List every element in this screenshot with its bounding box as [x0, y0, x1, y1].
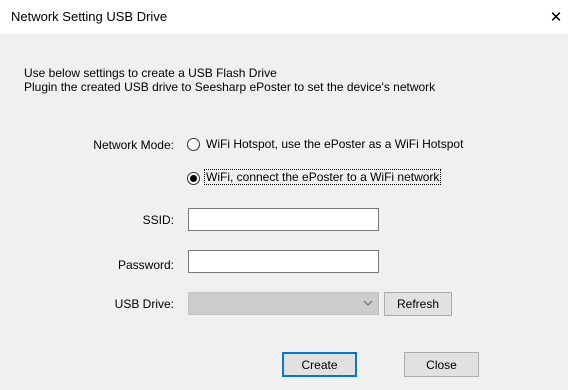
- description-line-2: Plugin the created USB drive to Seesharp…: [24, 80, 436, 94]
- radio-wifi-client-label[interactable]: WiFi, connect the ePoster to a WiFi netw…: [204, 169, 442, 185]
- ssid-label: SSID:: [142, 213, 174, 227]
- close-icon[interactable]: ✕: [544, 0, 568, 34]
- close-button[interactable]: Close: [404, 352, 479, 377]
- chevron-down-icon[interactable]: [362, 295, 374, 312]
- description-line-1: Use below settings to create a USB Flash…: [24, 66, 277, 80]
- create-button[interactable]: Create: [282, 352, 357, 377]
- radio-wifi-hotspot-label[interactable]: WiFi Hotspot, use the ePoster as a WiFi …: [206, 137, 463, 151]
- usb-drive-label: USB Drive:: [114, 297, 174, 311]
- refresh-button[interactable]: Refresh: [384, 292, 452, 316]
- password-label: Password:: [117, 258, 174, 272]
- radio-wifi-client[interactable]: [187, 172, 200, 185]
- dialog-window: Network Setting USB Drive ✕ Use below se…: [0, 0, 568, 390]
- ssid-input[interactable]: [188, 208, 379, 231]
- password-input[interactable]: [188, 250, 379, 273]
- network-mode-label: Network Mode:: [93, 138, 174, 152]
- window-title: Network Setting USB Drive: [11, 9, 168, 24]
- usb-drive-select[interactable]: [188, 292, 379, 315]
- radio-wifi-hotspot[interactable]: [187, 138, 200, 151]
- radio-wifi-client-label-wrapper[interactable]: WiFi, connect the ePoster to a WiFi netw…: [204, 169, 442, 185]
- title-bar[interactable]: Network Setting USB Drive ✕: [0, 0, 568, 34]
